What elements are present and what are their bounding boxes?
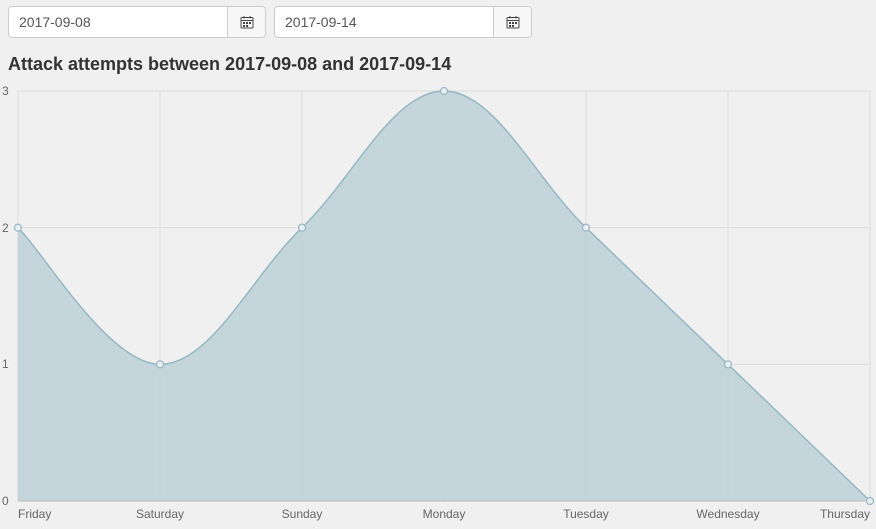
y-tick-label: 2 <box>2 221 9 235</box>
date-from-input[interactable] <box>9 7 227 37</box>
y-tick-label: 1 <box>2 357 9 371</box>
date-from-field <box>8 6 266 38</box>
x-tick-label: Tuesday <box>563 507 609 521</box>
chart-title: Attack attempts between 2017-09-08 and 2… <box>0 44 876 81</box>
x-tick-label: Wednesday <box>696 507 759 521</box>
area-chart-svg <box>0 81 876 529</box>
x-tick-label: Friday <box>18 507 51 521</box>
chart: 0 1 2 3 Friday Saturday Sunday Monday Tuesday Wed… <box>0 81 876 529</box>
x-tick-label: Monday <box>423 507 466 521</box>
x-tick-label: Sunday <box>282 507 323 521</box>
date-from-calendar-button[interactable] <box>227 7 265 37</box>
date-to-field <box>274 6 532 38</box>
x-tick-label: Thursday <box>820 507 870 521</box>
calendar-icon <box>240 15 254 29</box>
date-to-calendar-button[interactable] <box>493 7 531 37</box>
y-tick-label: 3 <box>2 84 9 98</box>
date-to-input[interactable] <box>275 7 493 37</box>
date-controls <box>0 0 876 44</box>
calendar-icon <box>506 15 520 29</box>
x-tick-label: Saturday <box>136 507 184 521</box>
y-tick-label: 0 <box>2 494 9 508</box>
